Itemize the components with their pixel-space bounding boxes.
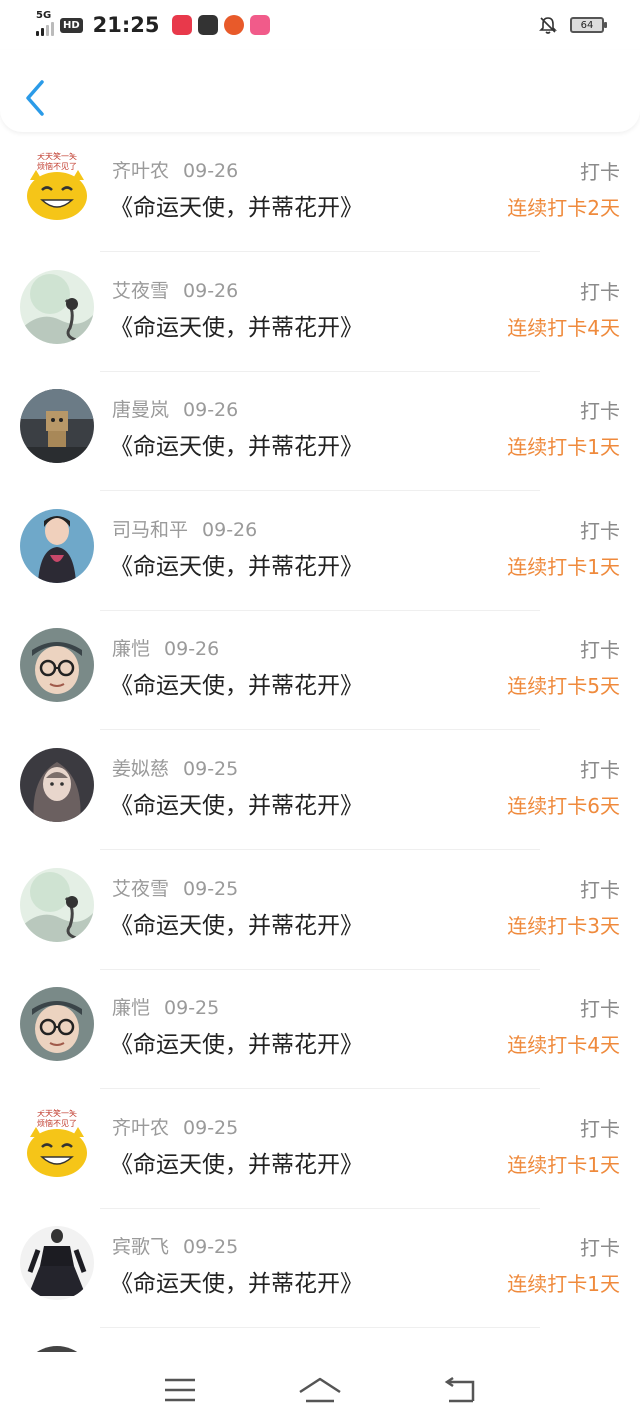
checkin-action: 打卡 — [580, 399, 620, 424]
avatar[interactable] — [20, 628, 94, 703]
avatar[interactable] — [20, 987, 94, 1062]
book-title: 《命运天使，并蒂花开》 — [110, 793, 363, 819]
user-name[interactable]: 司马和平 — [112, 519, 188, 541]
checkin-row[interactable]: 宾歌飞 09-25 《命运天使，并蒂花开》 打卡连续打卡1天 — [0, 1208, 640, 1329]
network-type: 5G — [36, 10, 52, 21]
checkin-streak: 连续打卡3天 — [507, 913, 620, 938]
checkin-streak: 连续打卡1天 — [507, 435, 620, 460]
checkin-date: 09-25 — [183, 758, 239, 780]
book-title: 《命运天使，并蒂花开》 — [110, 1032, 363, 1059]
home-icon — [299, 1377, 341, 1402]
avatar[interactable] — [20, 508, 94, 583]
checkin-action: 打卡 — [580, 518, 620, 543]
checkin-action: 打卡 — [580, 1236, 620, 1261]
app-icon-red — [171, 15, 192, 35]
checkin-row[interactable]: 唐曼岚 09-26 《命运天使，并蒂花开》 打卡连续打卡1天 — [0, 371, 640, 492]
menu-icon — [165, 1378, 195, 1401]
app-icon-basket — [223, 15, 244, 35]
signal-icon: 5G — [36, 10, 54, 36]
user-name[interactable]: 姜姒慈 — [112, 758, 169, 780]
checkin-date: 09-25 — [183, 1116, 239, 1139]
checkin-streak: 连续打卡1天 — [507, 1272, 620, 1297]
checkin-date: 09-25 — [183, 1236, 239, 1259]
user-name[interactable]: 齐叶农 — [112, 160, 169, 182]
app-icon-pink — [249, 15, 270, 35]
checkin-row[interactable]: 廉恺 09-25 《命运天使，并蒂花开》 打卡连续打卡4天 — [0, 969, 640, 1090]
book-title: 《命运天使，并蒂花开》 — [110, 673, 363, 700]
svg-text:天天笑一笑: 天天笑一笑 — [37, 1108, 77, 1118]
checkin-action: 打卡 — [580, 638, 620, 663]
checkin-date: 09-26 — [183, 160, 239, 182]
checkin-row[interactable]: 司马和平 09-26 《命运天使，并蒂花开》 打卡连续打卡1天 — [0, 491, 640, 611]
checkin-date: 09-26 — [183, 399, 239, 422]
system-nav-bar — [0, 1352, 640, 1427]
checkin-list: 天天笑一笑 烦恼不见了 齐叶农 09-26 《命运天使，并蒂花开》 打卡 连续打卡2天 艾夜雪… — [0, 132, 640, 1352]
checkin-streak: 连续打卡6天 — [507, 794, 620, 818]
checkin-date: 09-25 — [164, 997, 220, 1020]
user-name[interactable]: 宾歌飞 — [112, 1236, 169, 1258]
back-icon — [444, 1376, 475, 1402]
hd-badge: HD — [60, 17, 83, 33]
checkin-action: 打卡 — [580, 160, 620, 184]
svg-text:天天笑一笑: 天天笑一笑 — [37, 151, 77, 161]
checkin-streak: 连续打卡1天 — [507, 1152, 620, 1177]
avatar[interactable] — [20, 748, 94, 822]
home-button[interactable] — [298, 1375, 342, 1405]
user-name[interactable]: 艾夜雪 — [112, 280, 169, 302]
svg-text:烦恼不见了: 烦恼不见了 — [37, 161, 77, 171]
checkin-row[interactable]: 天天笑一笑 烦恼不见了 齐叶农 09-25 《命运天使，并蒂花开》 打卡 连续打卡1天 — [0, 1089, 640, 1209]
checkin-row[interactable]: 姜姒慈 09-25 《命运天使，并蒂花开》 打卡连续打卡6天 — [0, 730, 640, 850]
battery-indicator: 64 — [570, 17, 607, 33]
bell-off-icon — [539, 17, 557, 34]
checkin-streak: 连续打卡4天 — [507, 1033, 620, 1058]
checkin-date: 09-25 — [183, 877, 239, 900]
avatar[interactable]: 天天笑一笑 烦恼不见了 — [20, 150, 94, 224]
checkin-action: 打卡 — [580, 279, 620, 304]
svg-text:烦恼不见了: 烦恼不见了 — [37, 1118, 77, 1128]
book-title: 《命运天使，并蒂花开》 — [110, 195, 363, 221]
checkin-streak: 连续打卡5天 — [507, 674, 620, 699]
checkin-row[interactable]: 天天笑一笑 烦恼不见了 齐叶农 09-26 《命运天使，并蒂花开》 打卡 连续打卡2天 — [0, 132, 640, 252]
user-name[interactable]: 廉恺 — [112, 997, 150, 1019]
checkin-date: 09-26 — [164, 638, 220, 661]
battery-level: 64 — [580, 19, 594, 31]
chevron-left-icon[interactable] — [22, 78, 50, 118]
checkin-action: 打卡 — [580, 1116, 620, 1141]
user-name[interactable]: 唐曼岚 — [112, 399, 169, 421]
avatar[interactable] — [20, 867, 94, 942]
checkin-streak: 连续打卡1天 — [507, 554, 620, 579]
checkin-streak: 连续打卡2天 — [507, 196, 620, 220]
checkin-streak: 连续打卡4天 — [507, 315, 620, 340]
user-name[interactable]: 齐叶农 — [112, 1117, 169, 1139]
book-title: 《命运天使，并蒂花开》 — [110, 314, 363, 341]
app-icon-notebook — [197, 15, 218, 35]
back-button[interactable] — [438, 1375, 482, 1405]
book-title: 《命运天使，并蒂花开》 — [110, 434, 363, 461]
checkin-date: 09-26 — [183, 279, 239, 302]
checkin-action: 打卡 — [580, 877, 620, 902]
checkin-row[interactable]: 廉恺 09-26 《命运天使，并蒂花开》 打卡连续打卡5天 — [0, 610, 640, 731]
book-title: 《命运天使，并蒂花开》 — [110, 1151, 363, 1178]
checkin-row[interactable]: 艾夜雪 09-26 《命运天使，并蒂花开》 打卡连续打卡4天 — [0, 252, 640, 372]
avatar[interactable] — [20, 269, 94, 344]
book-title: 《命运天使，并蒂花开》 — [110, 553, 363, 580]
user-name[interactable]: 廉恺 — [112, 638, 150, 660]
checkin-row-partial[interactable] — [0, 1328, 640, 1352]
book-title: 《命运天使，并蒂花开》 — [110, 1271, 363, 1298]
book-title: 《命运天使，并蒂花开》 — [110, 912, 363, 939]
checkin-row[interactable]: 艾夜雪 09-25 《命运天使，并蒂花开》 打卡连续打卡3天 — [0, 850, 640, 970]
avatar[interactable] — [20, 389, 94, 464]
checkin-date: 09-26 — [202, 518, 258, 541]
top-header — [0, 50, 640, 132]
avatar[interactable]: 天天笑一笑 烦恼不见了 — [20, 1106, 94, 1181]
menu-button[interactable] — [158, 1375, 202, 1405]
status-time: 21:25 — [92, 13, 160, 37]
avatar[interactable] — [20, 1226, 94, 1301]
checkin-action: 打卡 — [580, 997, 620, 1022]
status-bar: 5G HD 21:25 64 — [0, 0, 640, 50]
checkin-action: 打卡 — [580, 758, 620, 782]
user-name[interactable]: 艾夜雪 — [112, 878, 169, 900]
